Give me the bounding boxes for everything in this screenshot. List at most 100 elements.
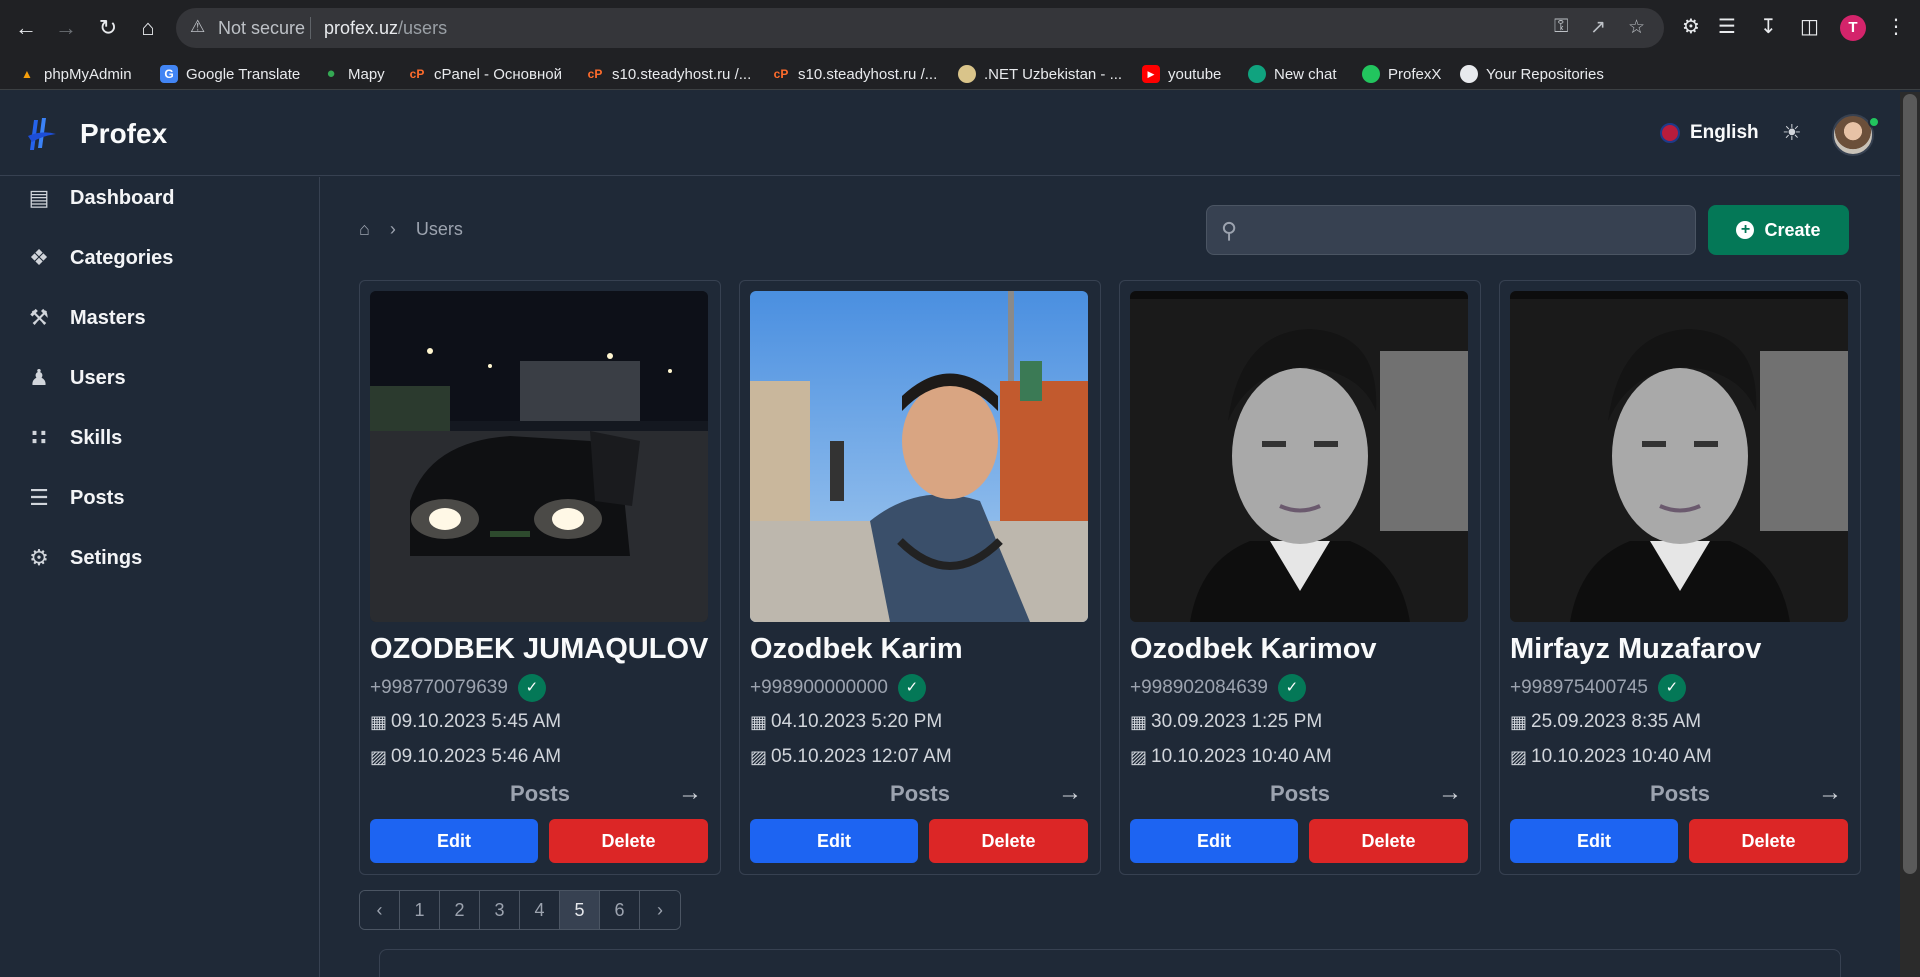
edit-button[interactable]: Edit (1130, 819, 1298, 863)
pagination-prev[interactable]: ‹ (360, 891, 400, 929)
page-scrollbar[interactable] (1900, 92, 1920, 977)
posts-link[interactable]: Posts (740, 781, 1100, 807)
home-icon[interactable]: ⌂ (134, 14, 162, 42)
url-text[interactable]: profex.uz/users (324, 18, 447, 39)
delete-button[interactable]: Delete (1689, 819, 1848, 863)
profex-logo-icon[interactable] (26, 116, 58, 154)
user-photo[interactable] (1510, 291, 1848, 622)
create-button[interactable]: + Create (1708, 205, 1849, 255)
hammer-icon: ⚒ (29, 305, 49, 330)
delete-button[interactable]: Delete (1309, 819, 1468, 863)
bookmark-cpanel[interactable]: cP cPanel - Основной (408, 63, 562, 85)
user-phone: +998902084639 ✓ (1130, 674, 1306, 702)
user-photo[interactable] (750, 291, 1088, 622)
extensions-icon[interactable]: ⚙ (1682, 14, 1700, 39)
bookmark-google-translate[interactable]: G Google Translate (160, 63, 300, 85)
menu-kebab-icon[interactable]: ⋮ (1886, 14, 1906, 39)
phone-text: +998975400745 (1510, 677, 1648, 698)
updated-date-text: 09.10.2023 5:46 AM (391, 746, 562, 767)
pagination-next[interactable]: › (640, 891, 680, 929)
created-date: ▦ 04.10.2023 5:20 PM (750, 711, 942, 733)
posts-link[interactable]: Posts (1500, 781, 1860, 807)
create-label: Create (1764, 219, 1821, 240)
page-button[interactable]: 6 (600, 891, 640, 929)
download-icon[interactable]: ↧ (1760, 14, 1777, 39)
created-date: ▦ 25.09.2023 8:35 AM (1510, 711, 1701, 733)
page-button[interactable]: 2 (440, 891, 480, 929)
back-icon[interactable]: ← (12, 14, 40, 42)
bookmark-youtube[interactable]: ▶ youtube (1142, 63, 1221, 85)
sun-icon[interactable]: ☀ (1782, 120, 1802, 146)
address-bar[interactable]: ⚠ Not secure profex.uz/users ⚿ ↗ ☆ (176, 8, 1664, 48)
online-status-dot (1868, 116, 1880, 128)
delete-button[interactable]: Delete (929, 819, 1088, 863)
page-button[interactable]: 4 (520, 891, 560, 929)
bookmark-steadyhost-2[interactable]: cP s10.steadyhost.ru /... (772, 63, 938, 85)
edit-button[interactable]: Edit (1510, 819, 1678, 863)
forward-icon[interactable]: → (52, 14, 80, 42)
user-photo[interactable] (370, 291, 708, 622)
created-date-text: 09.10.2023 5:45 AM (391, 711, 562, 732)
arrow-right-icon[interactable]: → (1818, 779, 1842, 807)
page-button-current[interactable]: 5 (560, 891, 600, 929)
bookmark-new-chat[interactable]: New chat (1248, 63, 1337, 85)
created-date: ▦ 30.09.2023 1:25 PM (1130, 711, 1322, 733)
app-header: Profex English ☀ (0, 92, 1900, 176)
not-secure-label: Not secure (218, 18, 306, 38)
calendar-edit-icon: ▨ (1510, 746, 1528, 767)
user-photo[interactable] (1130, 291, 1468, 622)
sidebar-item-posts[interactable]: ☰ Posts (24, 480, 124, 516)
bookmark-mapy[interactable]: ● Mapy (322, 63, 384, 85)
updated-date-text: 10.10.2023 10:40 AM (1151, 746, 1332, 767)
side-panel-icon[interactable]: ◫ (1800, 14, 1819, 39)
bookmark-dotnet-uz[interactable]: .NET Uzbekistan - ... (958, 63, 1122, 85)
sidebar-item-dashboard[interactable]: ▤ Dashboard (24, 180, 175, 216)
arrow-right-icon[interactable]: → (1438, 779, 1462, 807)
search-field[interactable]: ⚲ (1206, 205, 1696, 255)
language-selector[interactable]: English (1660, 122, 1759, 144)
breadcrumb-current: Users (415, 219, 463, 239)
verified-check-icon: ✓ (1277, 674, 1306, 702)
share-icon[interactable]: ↗ (1590, 16, 1606, 39)
breadcrumb: ⌂ › Users (359, 219, 463, 240)
posts-link[interactable]: Posts (1120, 781, 1480, 807)
page-button[interactable]: 1 (400, 891, 440, 929)
search-input[interactable] (1255, 214, 1675, 246)
main-content: ⌂ › Users ⚲ + Create OZODBEK JUMAQULOV +… (321, 177, 1900, 977)
media-controls-icon[interactable]: ☰ (1718, 14, 1736, 39)
verified-check-icon: ✓ (897, 674, 926, 702)
sidebar-item-users[interactable]: ♟ Users (24, 360, 125, 396)
delete-button[interactable]: Delete (549, 819, 708, 863)
bookmark-profexx[interactable]: ProfexX (1362, 63, 1441, 85)
sidebar-item-categories[interactable]: ❖ Categories (24, 240, 173, 276)
user-name: Mirfayz Muzafarov (1510, 633, 1762, 665)
verified-check-icon: ✓ (1657, 674, 1686, 702)
cpanel-icon: cP (773, 67, 789, 81)
reload-icon[interactable]: ↻ (94, 14, 122, 42)
bookmark-star-icon[interactable]: ☆ (1628, 16, 1645, 39)
sidebar-item-label: Dashboard (70, 186, 175, 209)
key-icon[interactable]: ⚿ (1554, 16, 1568, 38)
edit-button[interactable]: Edit (750, 819, 918, 863)
sidebar-item-masters[interactable]: ⚒ Masters (24, 300, 145, 336)
bookmark-label: Google Translate (186, 65, 301, 83)
scrollbar-thumb[interactable] (1903, 94, 1917, 874)
created-date-text: 25.09.2023 8:35 AM (1531, 711, 1702, 732)
sidebar-item-settings[interactable]: ⚙ Setings (24, 540, 142, 576)
bookmark-phpmyadmin[interactable]: ▲ phpMyAdmin (18, 63, 132, 85)
edit-button[interactable]: Edit (370, 819, 538, 863)
updated-date: ▨ 05.10.2023 12:07 AM (750, 746, 952, 768)
updated-date-text: 10.10.2023 10:40 AM (1531, 746, 1712, 767)
arrow-right-icon[interactable]: → (1058, 779, 1082, 807)
app-name[interactable]: Profex (80, 118, 167, 150)
bookmark-github[interactable]: Your Repositories (1460, 63, 1604, 85)
bookmarks-bar: ▲ phpMyAdmin G Google Translate ● Mapy cP cP… (0, 56, 1920, 90)
sidebar-item-skills[interactable]: ∷ Skills (24, 420, 122, 456)
home-icon[interactable]: ⌂ (359, 219, 370, 240)
bookmark-steadyhost-1[interactable]: cP s10.steadyhost.ru /... (586, 63, 752, 85)
arrow-right-icon[interactable]: → (678, 779, 702, 807)
posts-link[interactable]: Posts (360, 781, 720, 807)
profile-avatar[interactable]: T (1840, 15, 1866, 41)
page-button[interactable]: 3 (480, 891, 520, 929)
sidebar-item-label: Categories (70, 246, 174, 269)
